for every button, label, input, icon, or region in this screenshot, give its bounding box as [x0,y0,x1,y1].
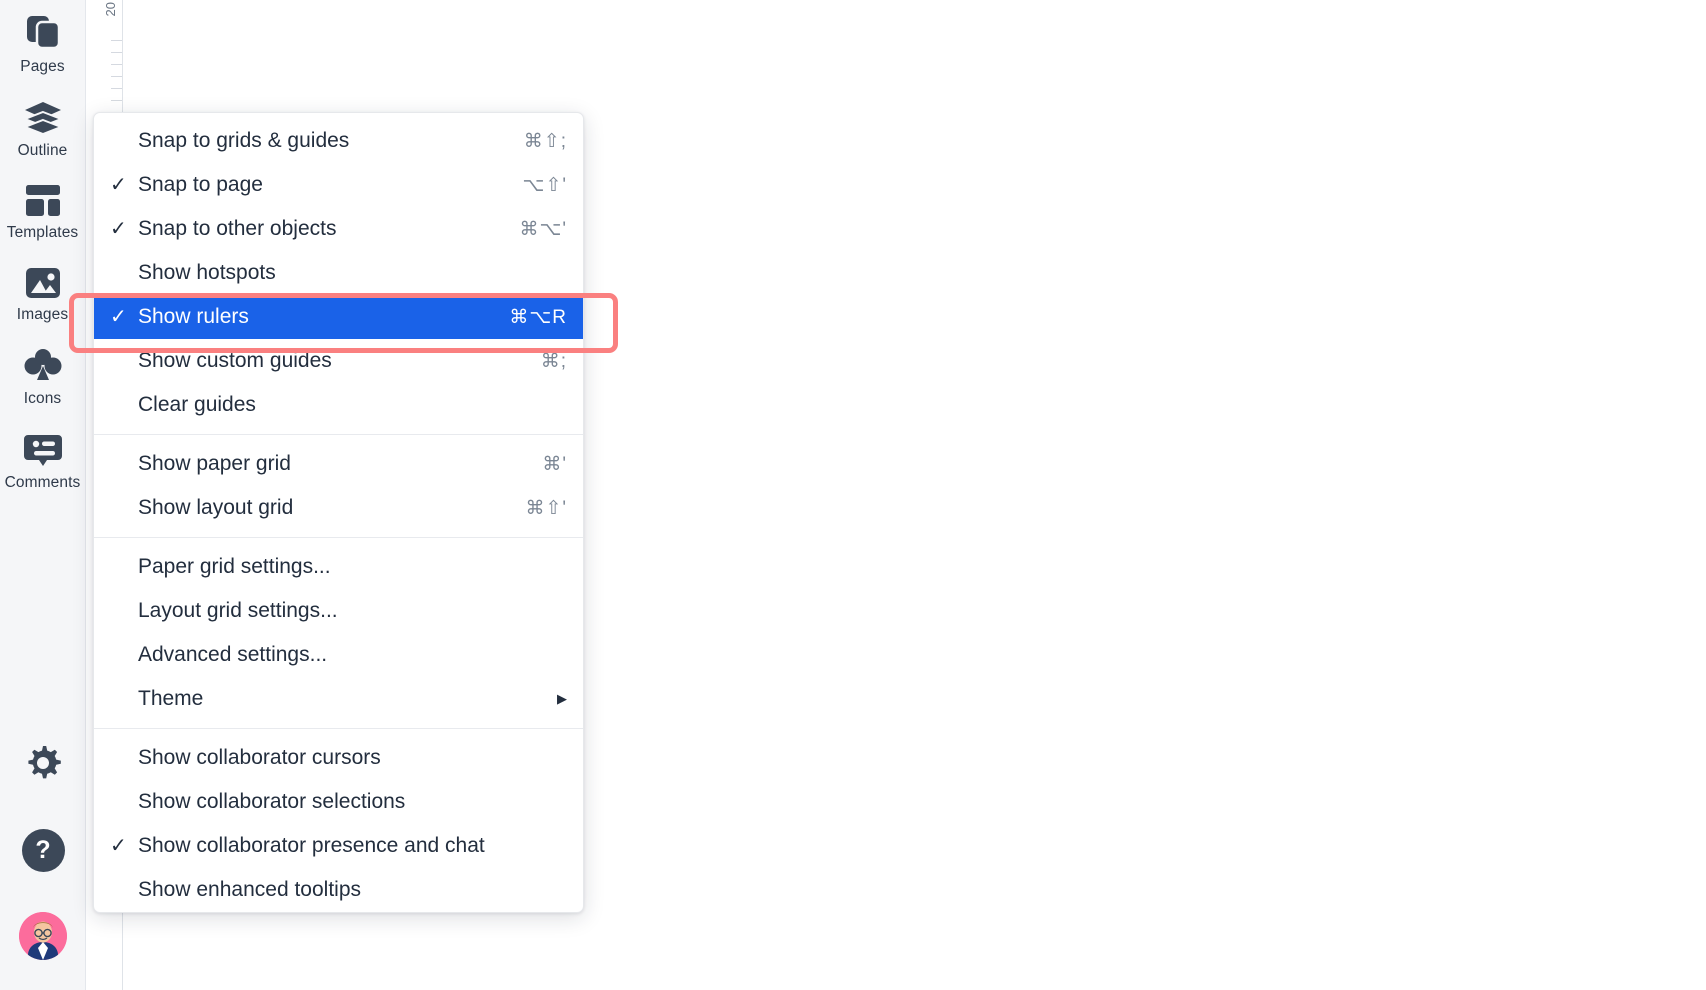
menu-item-theme[interactable]: Theme ▶ [94,677,583,721]
ruler-tick [111,88,122,89]
menu-separator [94,434,583,435]
sidebar-label-icons: Icons [23,390,62,407]
app-root: Pages Outline Templates Images Icons Com… [0,0,1706,990]
sidebar-item-outline[interactable]: Outline [0,98,86,160]
sidebar-item-comments[interactable]: Comments [0,430,86,492]
menu-item-show-layout-grid[interactable]: Show layout grid ⌘⇧' [94,486,583,530]
menu-item-show-collaborator-selections[interactable]: Show collaborator selections [94,780,583,824]
sidebar-label-images: Images [16,306,69,323]
menu-item-label: Theme [138,687,204,710]
check-icon: ✓ [110,218,127,240]
menu-item-shortcut: ⌘⇧; [523,130,567,152]
menu-item-label: Advanced settings... [138,643,328,666]
menu-item-snap-to-page[interactable]: ✓ Snap to page ⌥⇧' [94,163,583,207]
menu-item-shortcut: ⌘; [540,350,567,372]
menu-item-label: Show collaborator cursors [138,746,381,769]
menu-item-snap-to-other-objects[interactable]: ✓ Snap to other objects ⌘⌥' [94,207,583,251]
help-button[interactable]: ? [21,829,65,872]
menu-item-label: Snap to grids & guides [138,129,350,152]
menu-item-snap-to-grids-guides[interactable]: Snap to grids & guides ⌘⇧; [94,119,583,163]
sidebar-bottom-group: ? [0,742,86,990]
ruler-tick [111,52,122,53]
sidebar-label-outline: Outline [17,142,68,159]
menu-item-label: Show paper grid [138,452,291,475]
menu-item-show-collaborator-cursors[interactable]: Show collaborator cursors [94,736,583,780]
gear-icon[interactable] [22,742,64,789]
menu-item-show-rulers[interactable]: ✓ Show rulers ⌘⌥R [94,295,583,339]
clover-icon [21,346,65,386]
templates-icon [21,182,65,220]
sidebar-item-images[interactable]: Images [0,264,86,324]
sidebar-item-templates[interactable]: Templates [0,182,86,242]
menu-item-show-enhanced-tooltips[interactable]: Show enhanced tooltips [94,868,583,912]
image-icon [21,264,65,302]
menu-item-label: Layout grid settings... [138,599,338,622]
menu-item-clear-guides[interactable]: Clear guides [94,383,583,427]
menu-separator [94,728,583,729]
menu-item-label: Show layout grid [138,496,294,519]
menu-separator [94,537,583,538]
comment-icon [21,430,65,470]
menu-item-label: Snap to other objects [138,217,337,240]
sidebar-label-pages: Pages [20,58,65,75]
question-icon: ? [21,829,65,872]
sidebar-item-icons[interactable]: Icons [0,346,86,408]
menu-item-label: Snap to page [138,173,263,196]
sidebar-item-pages[interactable]: Pages [0,10,86,76]
pages-icon [21,10,65,54]
menu-item-advanced-settings[interactable]: Advanced settings... [94,633,583,677]
menu-item-layout-grid-settings[interactable]: Layout grid settings... [94,589,583,633]
menu-item-label: Clear guides [138,393,256,416]
chevron-right-icon: ▶ [557,691,567,706]
menu-item-shortcut: ⌘' [542,453,567,475]
menu-item-label: Show collaborator presence and chat [138,834,485,857]
menu-item-label: Paper grid settings... [138,555,331,578]
left-sidebar: Pages Outline Templates Images Icons Com… [0,0,86,990]
menu-item-shortcut: ⌘⇧' [525,497,567,519]
menu-item-shortcut: ⌥⇧' [522,174,567,196]
menu-item-shortcut: ⌘⌥R [509,306,567,328]
ruler-tick [111,100,122,101]
ruler-tick [111,64,122,65]
check-icon: ✓ [110,306,127,328]
sidebar-label-comments: Comments [4,474,81,491]
menu-item-show-collaborator-presence-and-chat[interactable]: ✓ Show collaborator presence and chat [94,824,583,868]
check-icon: ✓ [110,835,127,857]
ruler-tick [111,40,122,41]
view-context-menu[interactable]: Snap to grids & guides ⌘⇧; ✓ Snap to page ⌥⇧… [93,112,584,913]
menu-item-show-paper-grid[interactable]: Show paper grid ⌘' [94,442,583,486]
menu-item-label: Show enhanced tooltips [138,878,361,901]
menu-item-label: Show collaborator selections [138,790,406,813]
menu-item-show-hotspots[interactable]: Show hotspots [94,251,583,295]
menu-item-show-custom-guides[interactable]: Show custom guides ⌘; [94,339,583,383]
layers-icon [21,98,65,138]
menu-item-label: Show custom guides [138,349,332,372]
ruler-tick-label: 20 [103,2,118,17]
menu-item-label: Show hotspots [138,261,276,284]
sidebar-label-templates: Templates [6,224,79,241]
check-icon: ✓ [110,174,127,196]
menu-item-paper-grid-settings[interactable]: Paper grid settings... [94,545,583,589]
menu-item-label: Show rulers [138,305,249,328]
avatar[interactable] [19,912,67,960]
ruler-tick [111,76,122,77]
menu-item-shortcut: ⌘⌥' [519,218,567,240]
